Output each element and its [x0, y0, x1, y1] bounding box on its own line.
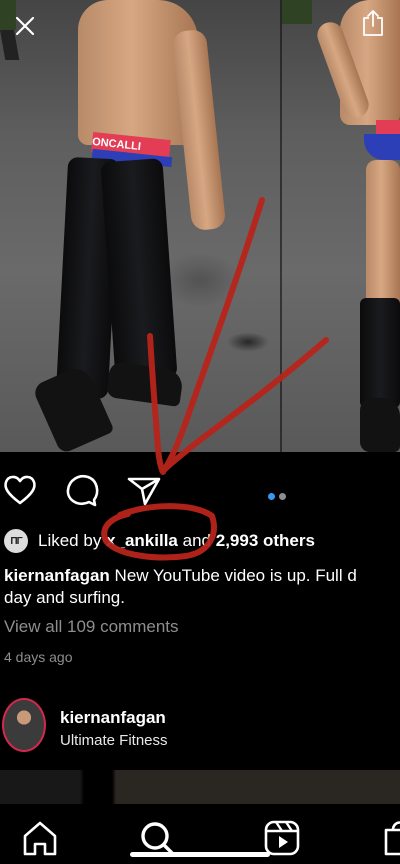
close-icon[interactable]: [13, 14, 37, 38]
likes-prefix: Liked by: [38, 531, 102, 550]
liker-avatar[interactable]: ΠΓ: [4, 529, 28, 553]
caption-username[interactable]: kiernanfagan: [4, 566, 110, 585]
next-post-subtitle: Ultimate Fitness: [60, 732, 168, 749]
next-post-image-peek[interactable]: [0, 770, 400, 804]
carousel-dot: [279, 493, 286, 500]
home-icon[interactable]: [20, 818, 60, 858]
right-leg: [100, 158, 178, 382]
view-comments-link[interactable]: View all 109 comments: [4, 617, 179, 637]
caption: kiernanfagan New YouTube video is up. Fu…: [4, 565, 400, 609]
next-post-username[interactable]: kiernanfagan: [60, 708, 166, 728]
shop-icon[interactable]: [380, 818, 400, 858]
comment-icon[interactable]: [64, 472, 100, 508]
action-bar: [0, 472, 400, 508]
home-indicator: [130, 852, 270, 857]
likes-middle: and: [182, 531, 211, 550]
slide-divider: [280, 0, 282, 452]
grass-patch-right: [282, 0, 312, 24]
next-post-header: kiernanfagan Ultimate Fitness: [0, 698, 400, 758]
caption-text: New YouTube video is up. Full d: [114, 566, 357, 585]
avatar[interactable]: [2, 698, 46, 752]
shoe-2: [360, 398, 400, 452]
carousel-dots: [268, 487, 290, 505]
boot-2: [360, 298, 400, 408]
liker-username[interactable]: x_ankilla: [106, 531, 178, 551]
send-icon[interactable]: [126, 472, 162, 508]
caption-text-line2: day and surfing.: [4, 588, 125, 607]
post-timestamp: 4 days ago: [4, 649, 73, 665]
post-photo[interactable]: ONCALLI: [0, 0, 400, 452]
thigh-2: [366, 160, 400, 310]
likes-count[interactable]: 2,993 others: [216, 531, 315, 551]
heart-icon[interactable]: [2, 472, 38, 508]
briefs-2: [364, 134, 400, 160]
likes-line: ΠΓ Liked by x_ankilla and 2,993 others: [4, 528, 315, 554]
share-icon[interactable]: [360, 8, 386, 38]
carousel-dot-active: [268, 493, 275, 500]
